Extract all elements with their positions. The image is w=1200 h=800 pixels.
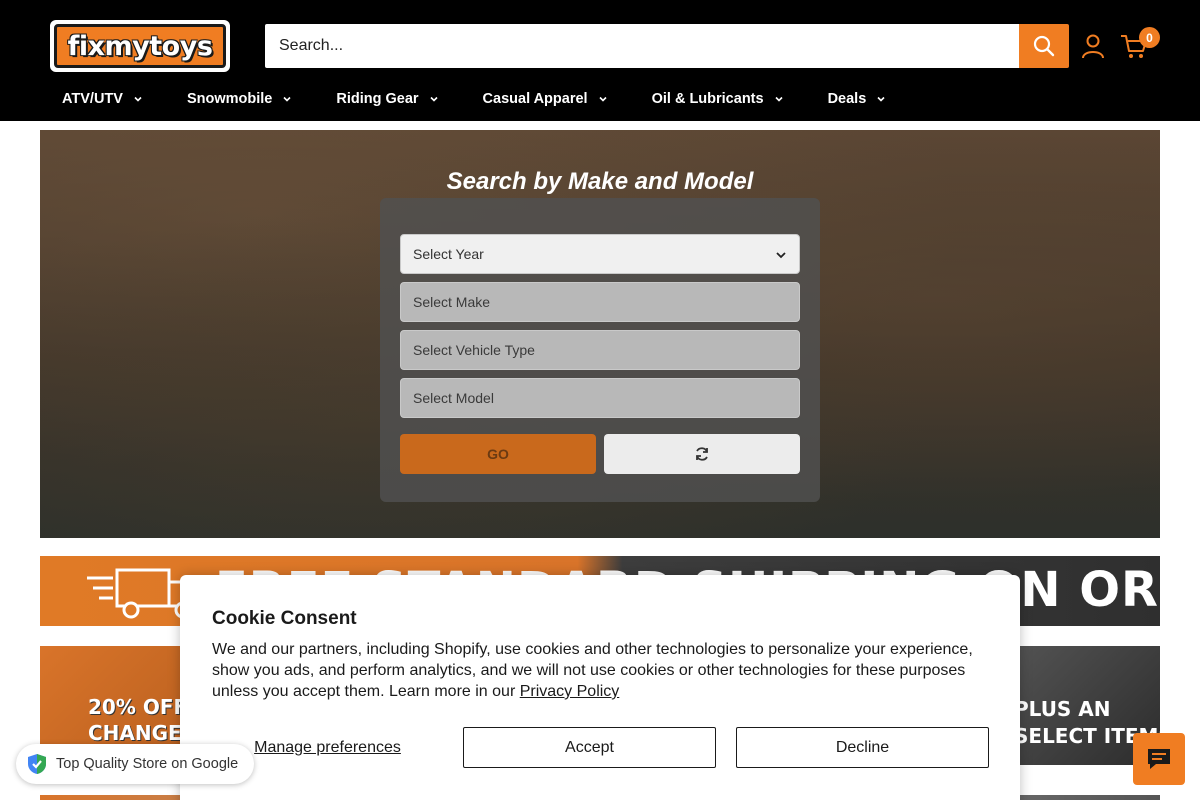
promo-right-line: PLUS AN (1014, 697, 1111, 721)
select-make-label: Select Make (413, 294, 491, 310)
nav-item-label: Casual Apparel (482, 91, 588, 107)
logo-text: fixmytoys (67, 30, 213, 62)
site-header: fixmytoys 0 ATV/UTV Snowmobile Ridin (0, 0, 1200, 121)
nav-item-riding-gear[interactable]: Riding Gear (314, 84, 460, 114)
nav-item-label: ATV/UTV (62, 91, 123, 107)
search-button[interactable] (1019, 24, 1069, 68)
search-icon (1033, 35, 1055, 57)
site-logo[interactable]: fixmytoys (50, 20, 230, 72)
select-model-label: Select Model (413, 390, 494, 406)
nav-item-label: Snowmobile (186, 91, 273, 107)
nav-item-atv-utv[interactable]: ATV/UTV (40, 84, 165, 114)
nav-item-label: Oil & Lubricants (651, 91, 764, 107)
cart-count-badge: 0 (1139, 27, 1160, 48)
user-icon[interactable] (1081, 33, 1105, 59)
chevron-down-icon (776, 252, 786, 259)
select-make[interactable]: Select Make (400, 282, 800, 322)
google-shield-icon (28, 754, 46, 774)
nav-item-label: Riding Gear (336, 91, 419, 107)
select-vehicle-type[interactable]: Select Vehicle Type (400, 330, 800, 370)
main-nav: ATV/UTV Snowmobile Riding Gear Casual Ap… (40, 84, 908, 114)
chevron-down-icon (429, 96, 438, 102)
go-button[interactable]: GO (400, 434, 596, 474)
nav-item-deals[interactable]: Deals (806, 84, 909, 114)
nav-item-oil-lubricants[interactable]: Oil & Lubricants (630, 84, 806, 114)
chevron-down-icon (134, 96, 142, 102)
reset-button[interactable] (604, 434, 800, 474)
chevron-down-icon (599, 96, 607, 102)
select-year-label: Select Year (413, 246, 484, 262)
search-bar (265, 24, 1069, 68)
chat-button[interactable] (1133, 733, 1185, 785)
chevron-down-icon (283, 96, 291, 102)
chevron-down-icon (877, 96, 885, 102)
google-badge-text: Top Quality Store on Google (56, 756, 239, 772)
chat-icon (1148, 749, 1170, 769)
select-year[interactable]: Select Year (400, 234, 800, 274)
hero-vehicle-search: Search by Make and Model Select Year Sel… (40, 130, 1160, 538)
google-quality-badge[interactable]: Top Quality Store on Google (16, 744, 254, 784)
logo-frame: fixmytoys (54, 24, 226, 68)
nav-item-casual-apparel[interactable]: Casual Apparel (461, 84, 630, 114)
decline-button[interactable]: Decline (736, 727, 989, 768)
refresh-icon (696, 447, 708, 461)
select-model[interactable]: Select Model (400, 378, 800, 418)
search-input[interactable] (265, 24, 1019, 68)
cookie-title: Cookie Consent (212, 608, 357, 629)
nav-item-snowmobile[interactable]: Snowmobile (165, 84, 314, 114)
accept-button[interactable]: Accept (463, 727, 716, 768)
cookie-body: We and our partners, including Shopify, … (212, 639, 992, 702)
hero-title: Search by Make and Model (446, 168, 754, 195)
nav-item-label: Deals (827, 91, 867, 107)
cookie-consent-dialog: Cookie Consent We and our partners, incl… (180, 575, 1020, 800)
vehicle-finder-panel: Select Year Select Make Select Vehicle T… (380, 198, 820, 502)
privacy-policy-link[interactable]: Privacy Policy (520, 683, 620, 700)
chevron-down-icon (775, 96, 783, 102)
select-vehicle-type-label: Select Vehicle Type (413, 342, 535, 358)
